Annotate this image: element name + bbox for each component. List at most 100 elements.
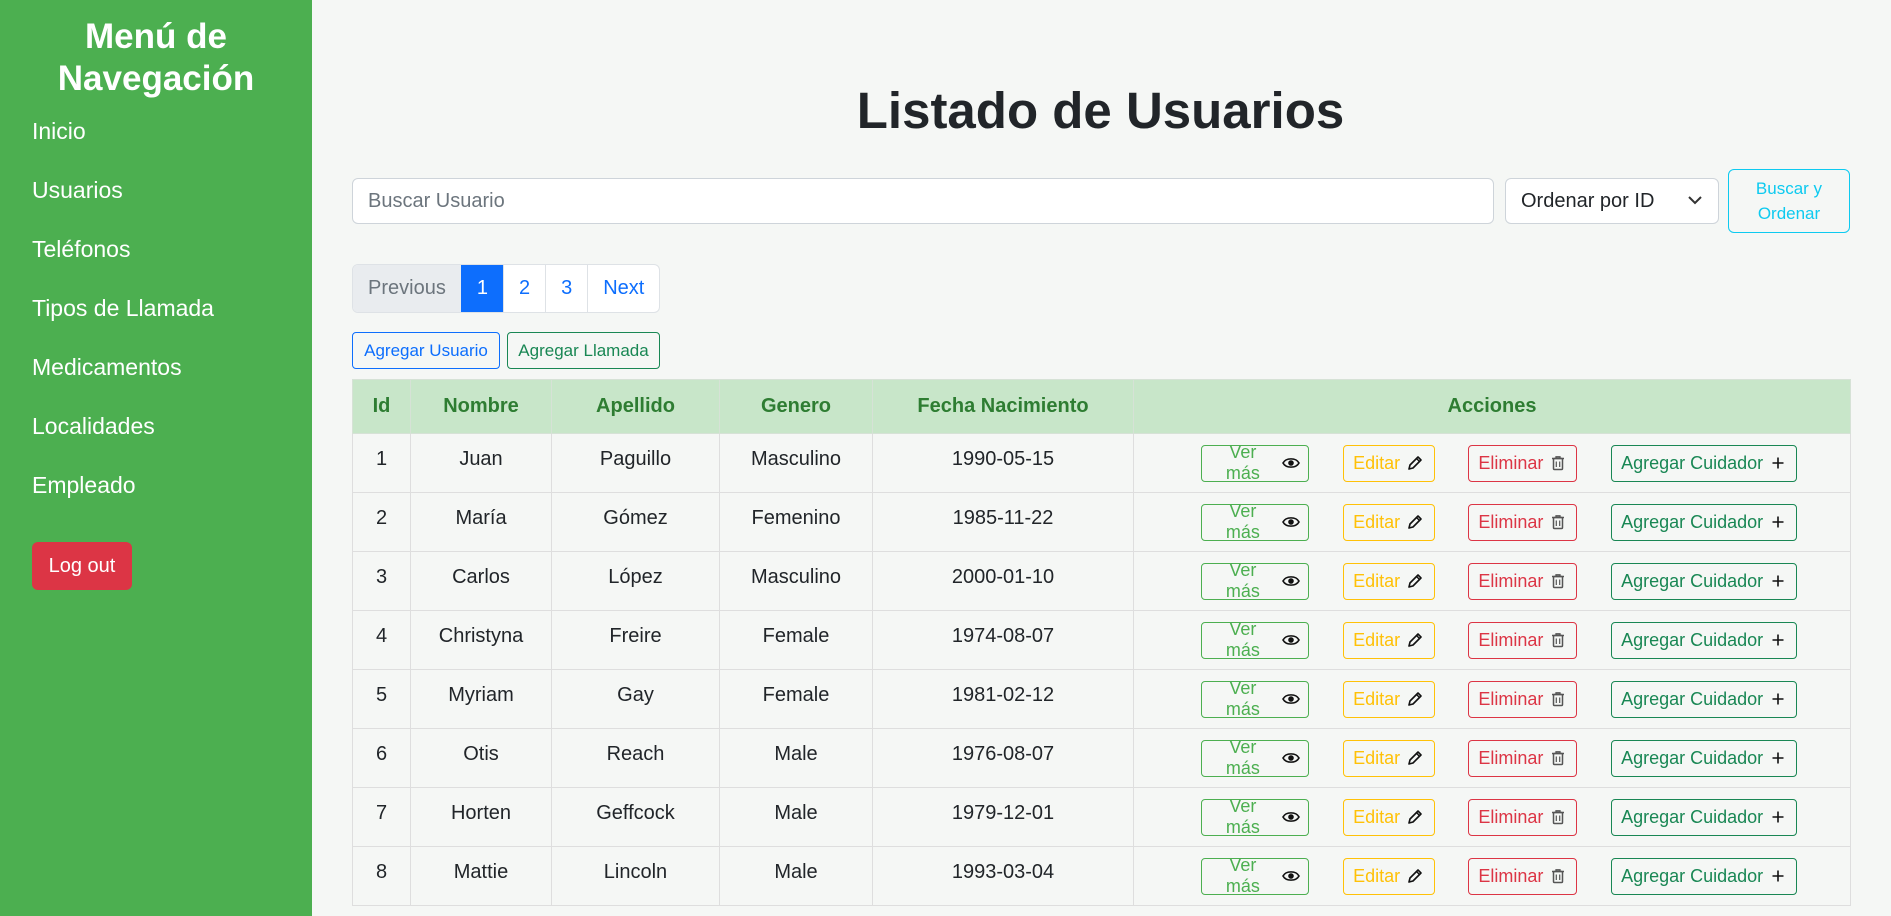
sidebar-item-telefonos[interactable]: Teléfonos (32, 234, 312, 264)
pencil-icon (1406, 867, 1424, 885)
cell-nombre-text: Mattie (453, 860, 509, 883)
search-input[interactable] (352, 178, 1494, 224)
view-more-button[interactable]: Ver más (1200, 619, 1309, 660)
delete-button[interactable]: Eliminar (1468, 621, 1578, 659)
delete-button[interactable]: Eliminar (1468, 680, 1578, 718)
sidebar-item-localidades[interactable]: Localidades (32, 411, 312, 441)
plus-icon (1769, 454, 1787, 472)
view-more-button[interactable]: Ver más (1200, 442, 1309, 483)
add-caregiver-button[interactable]: Agregar Cuidador (1611, 562, 1798, 600)
pencil-icon (1406, 690, 1424, 708)
row-actions: Ver más Editar Eliminar Agregar Cuidador (1134, 442, 1850, 483)
add-caregiver-button[interactable]: Agregar Cuidador (1611, 739, 1798, 777)
header-genero: Genero (719, 379, 873, 434)
users-table-wrap: Id Nombre Apellido Genero Fecha Nacimien… (352, 379, 1851, 906)
sidebar-nav: Inicio Usuarios Teléfonos Tipos de Llama… (0, 116, 312, 500)
view-more-button[interactable]: Ver más (1200, 678, 1309, 719)
cell-fecha-text: 2000-01-10 (951, 565, 1055, 588)
logout-button[interactable]: Log out (32, 542, 132, 590)
add-caregiver-button[interactable]: Agregar Cuidador (1611, 857, 1798, 895)
edit-button[interactable]: Editar (1342, 798, 1435, 836)
add-call-button[interactable]: Agregar Llamada (507, 332, 660, 369)
cell-fecha: 1979-12-01 (872, 787, 1134, 847)
add-caregiver-button[interactable]: Agregar Cuidador (1611, 680, 1798, 718)
sidebar-item-inicio[interactable]: Inicio (32, 116, 312, 146)
view-more-button[interactable]: Ver más (1200, 560, 1309, 601)
cell-id-text: 6 (375, 742, 388, 765)
eye-icon (1281, 572, 1300, 590)
view-more-label: Ver más (1225, 619, 1260, 660)
view-more-label: Ver más (1225, 855, 1260, 896)
cell-id-text: 8 (375, 860, 388, 883)
delete-label: Eliminar (1478, 688, 1544, 709)
view-more-button[interactable]: Ver más (1200, 855, 1309, 896)
pencil-icon (1406, 749, 1424, 767)
add-caregiver-button[interactable]: Agregar Cuidador (1611, 444, 1798, 482)
edit-button[interactable]: Editar (1342, 503, 1435, 541)
cell-id-text: 3 (375, 565, 388, 588)
pagination-page-3[interactable]: 3 (545, 265, 587, 312)
cell-nombre-text: María (455, 506, 507, 529)
cell-acciones: Ver más Editar Eliminar Agregar Cuidador (1133, 492, 1851, 552)
edit-button[interactable]: Editar (1342, 857, 1435, 895)
search-order-button[interactable]: Buscar y Ordenar (1728, 169, 1850, 233)
table-row: 8 Mattie Lincoln Male 1993-03-04 Ver más… (352, 846, 1851, 906)
cell-genero-text: Male (774, 801, 818, 824)
add-caregiver-button[interactable]: Agregar Cuidador (1611, 798, 1798, 836)
cell-genero: Female (719, 669, 873, 729)
cell-id-text: 4 (375, 624, 388, 647)
delete-button[interactable]: Eliminar (1468, 503, 1578, 541)
add-user-button[interactable]: Agregar Usuario (352, 332, 500, 369)
trash-icon (1549, 454, 1567, 472)
pagination-next[interactable]: Next (587, 265, 659, 312)
cell-apellido-text: Freire (609, 624, 662, 647)
cell-id: 8 (352, 846, 411, 906)
edit-button[interactable]: Editar (1342, 739, 1435, 777)
view-more-button[interactable]: Ver más (1200, 501, 1309, 542)
row-actions: Ver más Editar Eliminar Agregar Cuidador (1134, 560, 1850, 601)
delete-label: Eliminar (1478, 511, 1544, 532)
edit-button[interactable]: Editar (1342, 680, 1435, 718)
add-caregiver-label: Agregar Cuidador (1621, 865, 1764, 886)
cell-genero-text: Masculino (750, 447, 842, 470)
cell-apellido-text: Gay (617, 683, 654, 706)
cell-acciones: Ver más Editar Eliminar Agregar Cuidador (1133, 787, 1851, 847)
cell-id: 1 (352, 433, 411, 493)
view-more-label: Ver más (1225, 737, 1260, 778)
edit-button[interactable]: Editar (1342, 621, 1435, 659)
cell-nombre: María (410, 492, 552, 552)
cell-nombre-text: Otis (463, 742, 499, 765)
edit-label: Editar (1353, 511, 1401, 532)
cell-acciones: Ver más Editar Eliminar Agregar Cuidador (1133, 728, 1851, 788)
pagination-page-2[interactable]: 2 (502, 265, 545, 312)
row-actions: Ver más Editar Eliminar Agregar Cuidador (1134, 796, 1850, 837)
view-more-button[interactable]: Ver más (1200, 737, 1309, 778)
delete-button[interactable]: Eliminar (1468, 739, 1578, 777)
delete-button[interactable]: Eliminar (1468, 857, 1578, 895)
add-caregiver-button[interactable]: Agregar Cuidador (1611, 621, 1798, 659)
sidebar-item-empleado[interactable]: Empleado (32, 470, 312, 500)
sidebar-item-medicamentos[interactable]: Medicamentos (32, 352, 312, 382)
sidebar-item-usuarios[interactable]: Usuarios (32, 175, 312, 205)
cell-apellido: Gómez (551, 492, 720, 552)
view-more-button[interactable]: Ver más (1200, 796, 1309, 837)
pagination-page-1[interactable]: 1 (460, 265, 503, 312)
sidebar-item-tipos-de-llamada[interactable]: Tipos de Llamada (32, 293, 312, 323)
edit-button[interactable]: Editar (1342, 562, 1435, 600)
delete-label: Eliminar (1478, 570, 1544, 591)
cell-genero: Female (719, 610, 873, 670)
pagination-previous[interactable]: Previous (353, 265, 461, 312)
delete-label: Eliminar (1478, 747, 1544, 768)
cell-apellido: Lincoln (551, 846, 720, 906)
delete-label: Eliminar (1478, 452, 1544, 473)
add-caregiver-button[interactable]: Agregar Cuidador (1611, 503, 1798, 541)
cell-nombre-text: Christyna (438, 624, 524, 647)
delete-button[interactable]: Eliminar (1468, 444, 1578, 482)
header-apellido: Apellido (551, 379, 720, 434)
order-select[interactable]: Ordenar por ID (1505, 178, 1719, 224)
table-row: 3 Carlos López Masculino 2000-01-10 Ver … (352, 551, 1851, 611)
cell-id: 2 (352, 492, 411, 552)
delete-button[interactable]: Eliminar (1468, 798, 1578, 836)
delete-button[interactable]: Eliminar (1468, 562, 1578, 600)
edit-button[interactable]: Editar (1342, 444, 1435, 482)
